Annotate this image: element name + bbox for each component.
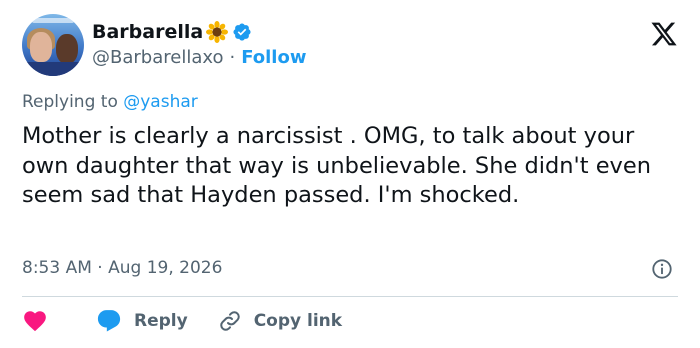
reply-label: Reply [134,311,188,331]
reply-mention-link[interactable]: @yashar [123,92,198,112]
display-name[interactable]: Barbarella [92,21,203,43]
replying-to-label: Replying to [22,92,118,112]
timestamp-row[interactable]: 8:53 AM · Aug 19, 2026 [22,258,222,278]
avatar-person-face [30,32,52,62]
tweet-text: Mother is clearly a narcissist . OMG, to… [22,123,651,208]
info-icon[interactable] [651,258,673,280]
replying-to-line: Replying to @yashar [22,92,198,112]
sunflower-icon [206,21,229,43]
avatar-person-face-2 [56,34,78,64]
separator-dot: · [229,47,236,68]
tweet-date[interactable]: Aug 19, 2026 [108,258,222,278]
timestamp-separator: · [97,258,103,278]
handle-row: @Barbarellaxo · Follow [92,47,306,68]
follow-button[interactable]: Follow [241,47,306,68]
copy-link-label: Copy link [253,311,343,331]
copy-link-button[interactable]: Copy link [188,309,342,333]
reply-button[interactable]: Reply [48,308,188,334]
heart-icon[interactable] [22,308,48,334]
avatar-caption-decoration [32,18,74,23]
avatar-banner [22,62,84,76]
x-logo-icon[interactable] [650,20,678,48]
author-handle[interactable]: @Barbarellaxo [92,47,223,68]
divider [22,296,678,297]
tweet-time[interactable]: 8:53 AM [22,258,92,278]
verified-badge-icon[interactable] [232,22,252,42]
action-bar: Reply Copy link [22,307,342,335]
author-name-row: Barbarella [92,19,252,45]
reply-bubble-icon [96,308,122,334]
avatar[interactable] [22,14,84,76]
link-icon [218,309,242,333]
